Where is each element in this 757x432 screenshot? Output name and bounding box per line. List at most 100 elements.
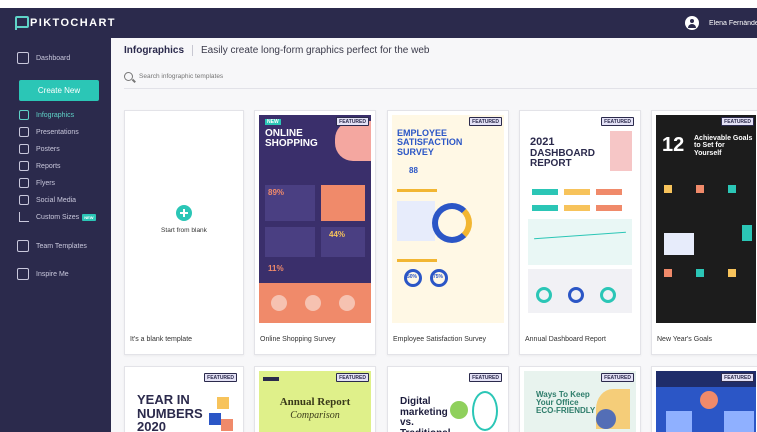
featured-badge: FEATURED <box>336 373 369 382</box>
thumbnail-heading: Annual Report <box>279 396 351 408</box>
create-new-button[interactable]: Create New <box>19 80 99 101</box>
sidebar-item-team-templates[interactable]: Team Templates <box>0 239 111 253</box>
sidebar-item-label: Custom Sizes <box>36 213 80 221</box>
page-subtitle: Easily create long-form graphics perfect… <box>201 44 430 56</box>
new-badge: NEW <box>82 213 96 221</box>
thumbnail-heading: EMPLOYEE SATISFACTION SURVEY <box>397 128 463 157</box>
search-bar[interactable] <box>124 69 744 83</box>
template-card[interactable]: NEW ONLINE SHOPPING 89% 44% 11% FEATURED… <box>254 110 376 355</box>
sidebar-item-inspire-me[interactable]: Inspire Me <box>0 267 111 281</box>
dashboard-icon <box>17 52 29 64</box>
template-card[interactable]: 12 Achievable Goals to Set for Yourself … <box>651 110 757 355</box>
report-icon <box>19 161 29 171</box>
thumbnail-subheading: Comparison <box>290 410 340 421</box>
template-label: Annual Dashboard Report <box>525 336 606 343</box>
sidebar-item-infographics[interactable]: Infographics <box>0 108 111 122</box>
sidebar-item-label: Reports <box>36 162 61 170</box>
thumbnail-heading: Digital marketing vs. Traditional market… <box>400 396 451 432</box>
stat-value: 75% <box>433 274 444 280</box>
user-avatar-icon[interactable] <box>685 16 699 30</box>
year-text: 2021 <box>530 136 555 148</box>
template-card[interactable]: Ways To Keep Your Office ECO-FRIENDLY FE… <box>519 366 641 432</box>
page-title: Infographics <box>124 44 185 56</box>
featured-badge: FEATURED <box>721 117 754 126</box>
sidebar-item-label: Social Media <box>36 196 77 204</box>
poster-icon <box>19 144 29 154</box>
social-media-icon <box>19 195 29 205</box>
top-bar: PIKTOCHART Elena Fernández <box>0 8 757 38</box>
page-header: Infographics Easily create long-form gra… <box>124 42 429 58</box>
stat-value: 89% <box>268 188 285 197</box>
infographic-icon <box>19 110 29 120</box>
blank-thumbnail[interactable]: Start from blank <box>129 115 239 323</box>
featured-badge: FEATURED <box>721 373 754 382</box>
template-label: New Year's Goals <box>657 336 713 343</box>
template-thumbnail: 2021 DASHBOARD REPORT FEATURED <box>524 115 636 323</box>
sidebar-item-presentations[interactable]: Presentations <box>0 125 111 139</box>
thumbnail-heading: DASHBOARD REPORT <box>530 148 595 169</box>
user-menu[interactable]: Elena Fernández <box>685 8 757 38</box>
template-thumbnail: EMPLOYEE SATISFACTION SURVEY 88 50% 75% … <box>392 115 504 323</box>
template-card-blank[interactable]: Start from blank It's a blank template <box>124 110 244 355</box>
thumbnail-heading: Ways To Keep Your Office ECO-FRIENDLY <box>536 390 596 415</box>
flyer-icon <box>19 178 29 188</box>
sidebar-item-social-media[interactable]: Social Media <box>0 193 111 207</box>
app-window: PIKTOCHART Elena Fernández Dashboard Cre… <box>0 0 757 432</box>
main-content: Infographics Easily create long-form gra… <box>111 38 757 432</box>
featured-badge: FEATURED <box>204 373 237 382</box>
sidebar-item-dashboard[interactable]: Dashboard <box>0 51 111 65</box>
thumbnail-heading: Achievable Goals to Set for Yourself <box>694 135 753 157</box>
sidebar-item-label: Posters <box>36 145 60 153</box>
featured-badge: FEATURED <box>601 117 634 126</box>
template-card[interactable]: 2021 DASHBOARD REPORT FEATURED Annual Da… <box>519 110 641 355</box>
featured-badge: FEATURED <box>469 373 502 382</box>
sidebar-item-custom-sizes[interactable]: Custom Sizes NEW <box>0 210 111 224</box>
stat-value: 12 <box>662 134 685 156</box>
featured-badge: FEATURED <box>601 373 634 382</box>
sidebar: Dashboard Create New Infographics Presen… <box>0 38 111 432</box>
sidebar-item-label: Team Templates <box>36 242 87 250</box>
sidebar-item-reports[interactable]: Reports <box>0 159 111 173</box>
search-icon <box>124 71 133 81</box>
inspire-icon <box>17 268 29 280</box>
template-thumbnail: Ways To Keep Your Office ECO-FRIENDLY FE… <box>524 371 636 432</box>
template-label: Online Shopping Survey <box>260 336 336 343</box>
sidebar-item-label: Presentations <box>36 128 79 136</box>
sidebar-item-posters[interactable]: Posters <box>0 142 111 156</box>
thumbnail-heading: YEAR IN NUMBERS 2020 <box>137 392 203 432</box>
custom-size-icon <box>19 212 29 222</box>
stat-value: 44% <box>329 230 346 239</box>
presentation-icon <box>19 127 29 137</box>
template-card[interactable]: FEATURED <box>651 366 757 432</box>
sidebar-item-label: Infographics <box>36 111 75 119</box>
template-card[interactable]: YEAR IN NUMBERS 2020 FEATURED <box>124 366 244 432</box>
search-input[interactable] <box>139 72 339 80</box>
user-name: Elena Fernández <box>709 19 757 27</box>
sidebar-item-label: Flyers <box>36 179 56 187</box>
plus-icon <box>176 204 192 221</box>
template-thumbnail: NEW ONLINE SHOPPING 89% 44% 11% FEATURED <box>259 115 371 323</box>
template-thumbnail: Annual Report Comparison FEATURED <box>259 371 371 432</box>
template-card[interactable]: Annual Report Comparison FEATURED <box>254 366 376 432</box>
thumbnail-heading: ONLINE SHOPPING <box>265 128 318 149</box>
template-thumbnail: YEAR IN NUMBERS 2020 FEATURED <box>129 371 239 432</box>
stat-value: 88 <box>409 166 418 175</box>
template-card[interactable]: Digital marketing vs. Traditional market… <box>387 366 509 432</box>
template-label: Employee Satisfaction Survey <box>393 336 486 343</box>
sidebar-item-label: Dashboard <box>36 54 71 62</box>
logo[interactable]: PIKTOCHART <box>15 16 116 30</box>
new-badge: NEW <box>265 119 281 125</box>
template-card[interactable]: EMPLOYEE SATISFACTION SURVEY 88 50% 75% … <box>387 110 509 355</box>
template-thumbnail: Digital marketing vs. Traditional market… <box>392 371 504 432</box>
title-divider <box>192 44 194 56</box>
featured-badge: FEATURED <box>336 117 369 126</box>
start-blank-text: Start from blank <box>161 226 207 234</box>
divider <box>124 88 757 89</box>
sidebar-item-flyers[interactable]: Flyers <box>0 176 111 190</box>
team-templates-icon <box>17 240 29 252</box>
template-thumbnail: 12 Achievable Goals to Set for Yourself … <box>656 115 756 323</box>
sidebar-item-label: Inspire Me <box>36 270 69 278</box>
stat-value: 50% <box>407 274 418 280</box>
featured-badge: FEATURED <box>469 117 502 126</box>
template-label: It's a blank template <box>130 336 193 343</box>
